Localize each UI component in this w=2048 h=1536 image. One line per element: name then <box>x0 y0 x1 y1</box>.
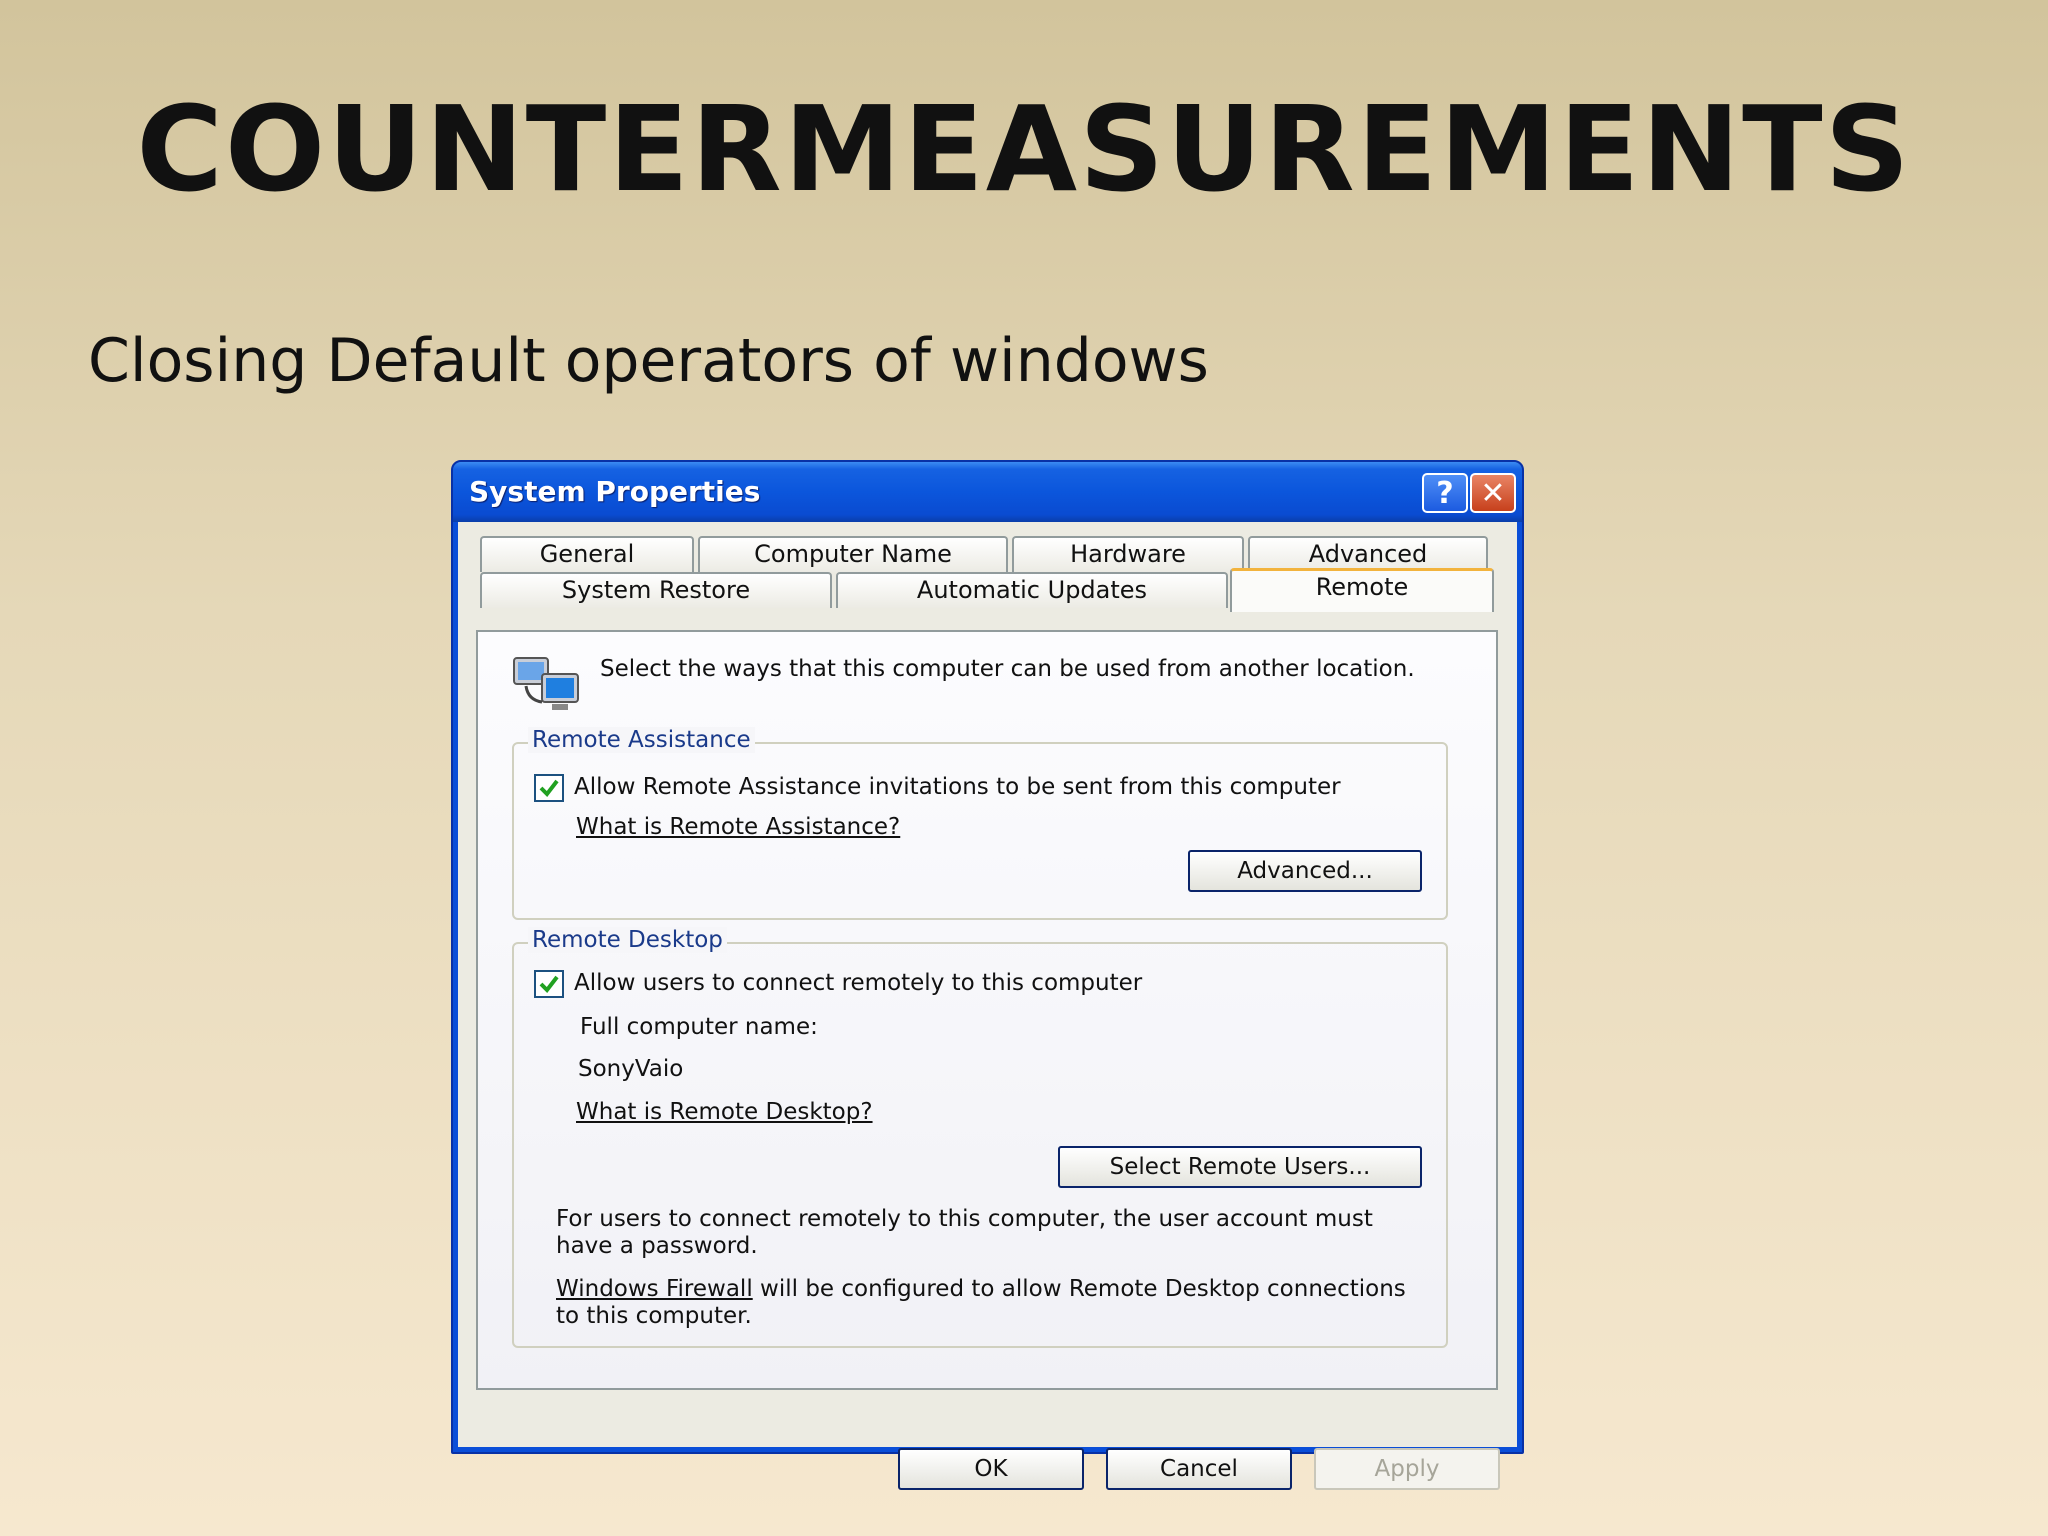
close-button[interactable]: ✕ <box>1470 473 1516 513</box>
full-computer-name-value: SonyVaio <box>578 1056 684 1082</box>
what-is-remote-assistance-link[interactable]: What is Remote Assistance? <box>576 814 900 840</box>
remote-assistance-group-label: Remote Assistance <box>528 727 755 753</box>
remote-computers-icon <box>513 657 579 710</box>
dialog-client-area: General Computer Name Hardware Advanced … <box>458 522 1517 1490</box>
remote-desktop-group-label: Remote Desktop <box>528 927 727 953</box>
password-note: For users to connect remotely to this co… <box>556 1206 1373 1259</box>
title-bar[interactable]: System Properties ? ✕ <box>453 462 1522 522</box>
tab-system-restore[interactable]: System Restore <box>480 572 832 608</box>
help-icon: ? <box>1436 475 1454 511</box>
remote-assistance-group: Remote Assistance Allow Remote Assistanc… <box>512 727 1448 920</box>
full-computer-name-label: Full computer name: <box>580 1014 818 1040</box>
remote-desktop-checkbox[interactable] <box>534 970 564 998</box>
remote-desktop-checkbox-label[interactable]: Allow users to connect remotely to this … <box>574 970 1142 996</box>
tab-remote[interactable]: Remote <box>1230 568 1494 612</box>
help-button[interactable]: ? <box>1422 473 1468 513</box>
apply-button[interactable]: Apply <box>1314 1448 1500 1490</box>
tab-advanced[interactable]: Advanced <box>1248 536 1488 572</box>
windows-firewall-link[interactable]: Windows Firewall <box>556 1276 753 1302</box>
remote-desktop-group: Remote Desktop Allow users to connect re… <box>512 927 1448 1348</box>
remote-tab-panel: Select the ways that this computer can b… <box>476 630 1498 1390</box>
firewall-note: Windows Firewall will be configured to a… <box>556 1276 1416 1330</box>
checkmark-icon <box>539 975 559 994</box>
remote-assistance-checkbox-label[interactable]: Allow Remote Assistance invitations to b… <box>574 774 1341 800</box>
checkmark-icon <box>539 779 559 798</box>
remote-assistance-advanced-button[interactable]: Advanced... <box>1188 850 1422 892</box>
system-properties-window: System Properties ? ✕ General Computer N… <box>451 460 1524 1490</box>
window-title: System Properties <box>469 475 761 508</box>
intro-text: Select the ways that this computer can b… <box>600 656 1415 682</box>
slide-title: COUNTERMEASUREMENTS <box>136 80 1912 218</box>
what-is-remote-desktop-link[interactable]: What is Remote Desktop? <box>576 1099 873 1125</box>
tab-automatic-updates[interactable]: Automatic Updates <box>836 572 1228 608</box>
select-remote-users-button[interactable]: Select Remote Users... <box>1058 1146 1422 1188</box>
slide-subtitle: Closing Default operators of windows <box>88 326 1209 396</box>
cancel-button[interactable]: Cancel <box>1106 1448 1292 1490</box>
remote-assistance-checkbox[interactable] <box>534 774 564 802</box>
tab-hardware[interactable]: Hardware <box>1012 536 1244 572</box>
tab-computer-name[interactable]: Computer Name <box>698 536 1008 572</box>
tab-general[interactable]: General <box>480 536 694 572</box>
close-icon: ✕ <box>1480 475 1506 511</box>
ok-button[interactable]: OK <box>898 1448 1084 1490</box>
